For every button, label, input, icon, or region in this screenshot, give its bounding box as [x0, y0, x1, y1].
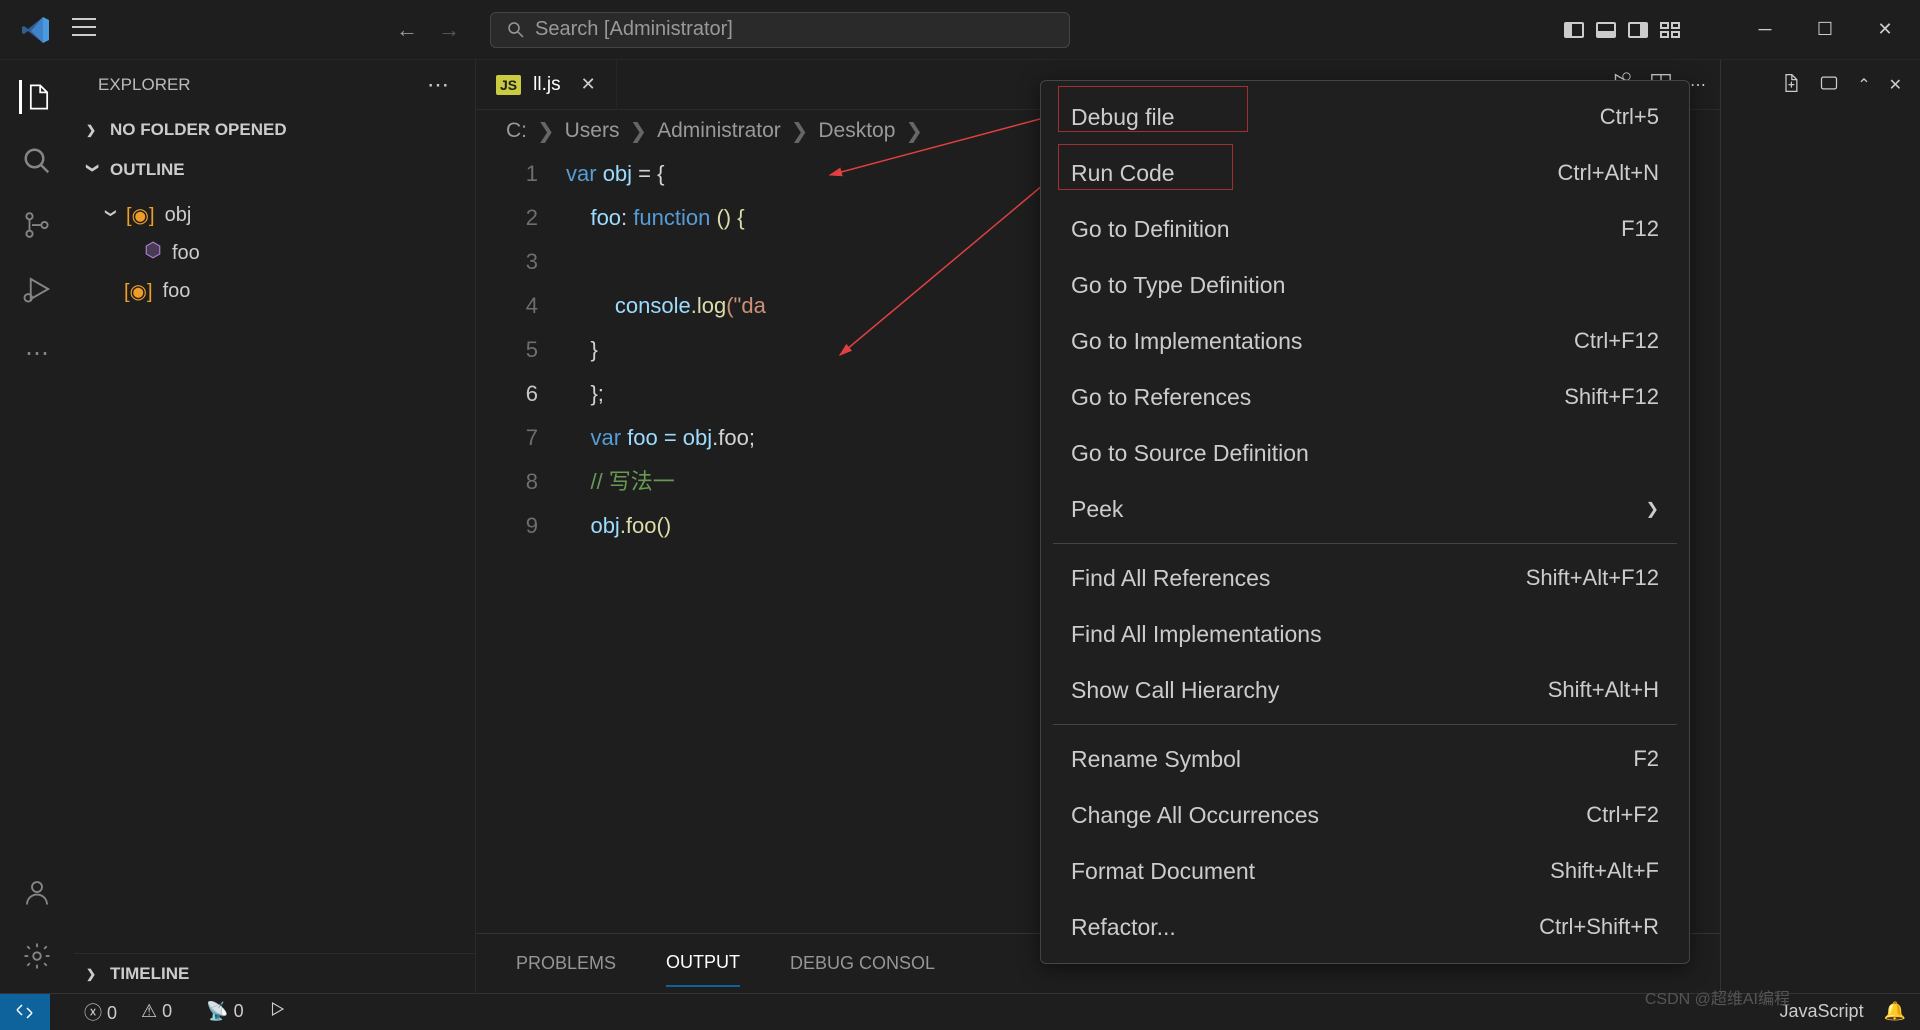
panel-tab-output[interactable]: OUTPUT [666, 940, 740, 987]
minimize-button[interactable]: ─ [1740, 10, 1790, 50]
menu-refactor[interactable]: Refactor...Ctrl+Shift+R [1041, 899, 1689, 955]
tab-ll-js[interactable]: JS ll.js ✕ [476, 60, 617, 109]
chevron-right-icon: ❯ [86, 123, 100, 137]
menu-separator [1053, 543, 1677, 544]
search-icon[interactable] [20, 144, 54, 178]
menu-go-definition[interactable]: Go to DefinitionF12 [1041, 201, 1689, 257]
close-button[interactable]: ✕ [1860, 10, 1910, 50]
nav-back-icon[interactable]: ← [396, 17, 418, 43]
status-language[interactable]: JavaScript [1780, 1001, 1864, 1022]
status-bar: ⓧ 0 ⚠ 0 📡 0 JavaScript 🔔 [0, 993, 1920, 1029]
menu-peek[interactable]: Peek❯ [1041, 481, 1689, 537]
menu-go-impl[interactable]: Go to ImplementationsCtrl+F12 [1041, 313, 1689, 369]
menu-find-impl[interactable]: Find All Implementations [1041, 606, 1689, 662]
explorer-sidebar: EXPLORER ⋯ ❯ NO FOLDER OPENED ❯ OUTLINE … [74, 60, 476, 993]
menu-run-code[interactable]: Run CodeCtrl+Alt+N [1041, 145, 1689, 201]
class-icon: [◉] [124, 279, 153, 304]
more-icon[interactable]: ⋯ [20, 336, 54, 370]
menu-format[interactable]: Format DocumentShift+Alt+F [1041, 843, 1689, 899]
menu-find-refs[interactable]: Find All ReferencesShift+Alt+F12 [1041, 550, 1689, 606]
activity-bar: ⋯ [0, 60, 74, 993]
vscode-logo-icon [20, 14, 52, 46]
search-placeholder: Search [Administrator] [535, 18, 733, 41]
context-menu: Debug fileCtrl+5 Run CodeCtrl+Alt+N Go t… [1040, 80, 1690, 964]
account-icon[interactable] [20, 875, 54, 909]
chevron-right-icon: ❯ [86, 967, 100, 981]
remote-button[interactable] [0, 994, 50, 1030]
panel-tab-problems[interactable]: PROBLEMS [516, 941, 616, 986]
status-notifications-icon[interactable]: 🔔 [1884, 1001, 1906, 1022]
line-numbers: 123 456 789 [476, 152, 566, 933]
status-warnings[interactable]: ⚠ 0 [141, 1001, 172, 1022]
watermark-text: CSDN @超维AI编程 [1645, 985, 1790, 1009]
source-control-icon[interactable] [20, 208, 54, 242]
right-panel: ⌃ ✕ [1720, 60, 1920, 993]
new-chat-icon[interactable] [1819, 73, 1839, 98]
panel-tab-debug-console[interactable]: DEBUG CONSOL [790, 941, 935, 986]
explorer-title: EXPLORER [98, 75, 191, 95]
nav-forward-icon[interactable]: → [438, 17, 460, 43]
outline-item-foo-method[interactable]: foo [74, 234, 475, 272]
status-run-icon[interactable] [268, 1000, 286, 1023]
settings-gear-icon[interactable] [20, 939, 54, 973]
menu-go-type-def[interactable]: Go to Type Definition [1041, 257, 1689, 313]
tab-label: ll.js [533, 74, 560, 96]
method-icon [144, 241, 162, 265]
close-panel-icon[interactable]: ✕ [1889, 75, 1902, 95]
collapse-icon[interactable]: ⌃ [1857, 75, 1870, 95]
timeline-section[interactable]: ❯ TIMELINE [74, 953, 476, 993]
no-folder-section[interactable]: ❯ NO FOLDER OPENED [74, 110, 475, 150]
menu-go-source-def[interactable]: Go to Source Definition [1041, 425, 1689, 481]
chevron-down-icon: ❯ [105, 208, 118, 222]
title-bar: ← → Search [Administrator] ─ ☐ ✕ [0, 0, 1920, 60]
maximize-button[interactable]: ☐ [1800, 10, 1850, 50]
status-ports[interactable]: 📡 0 [206, 1001, 243, 1022]
menu-rename[interactable]: Rename SymbolF2 [1041, 731, 1689, 787]
outline-item-foo-class[interactable]: [◉] foo [74, 272, 475, 310]
close-icon[interactable]: ✕ [581, 74, 596, 95]
layout-bottom-icon[interactable] [1596, 22, 1616, 38]
layout-left-icon[interactable] [1564, 22, 1584, 38]
outline-section[interactable]: ❯ OUTLINE [74, 150, 475, 190]
js-file-icon: JS [496, 75, 521, 95]
more-actions-icon[interactable]: ⋯ [1690, 75, 1706, 95]
menu-go-refs[interactable]: Go to ReferencesShift+F12 [1041, 369, 1689, 425]
status-errors[interactable]: ⓧ 0 [84, 999, 117, 1025]
menu-change-all[interactable]: Change All OccurrencesCtrl+F2 [1041, 787, 1689, 843]
outline-item-obj[interactable]: ❯ [◉] obj [74, 196, 475, 234]
new-file-icon[interactable] [1781, 73, 1801, 98]
layout-right-icon[interactable] [1628, 22, 1648, 38]
chevron-right-icon: ❯ [1646, 499, 1659, 519]
hamburger-menu-icon[interactable] [72, 18, 96, 41]
menu-separator [1053, 724, 1677, 725]
class-icon: [◉] [126, 203, 155, 228]
explorer-more-icon[interactable]: ⋯ [427, 72, 451, 98]
menu-call-hierarchy[interactable]: Show Call HierarchyShift+Alt+H [1041, 662, 1689, 718]
search-input[interactable]: Search [Administrator] [490, 12, 1070, 48]
debug-icon[interactable] [20, 272, 54, 306]
chevron-down-icon: ❯ [86, 163, 100, 177]
explorer-icon[interactable] [19, 80, 53, 114]
layout-grid-icon[interactable] [1660, 22, 1680, 38]
menu-debug-file[interactable]: Debug fileCtrl+5 [1041, 89, 1689, 145]
